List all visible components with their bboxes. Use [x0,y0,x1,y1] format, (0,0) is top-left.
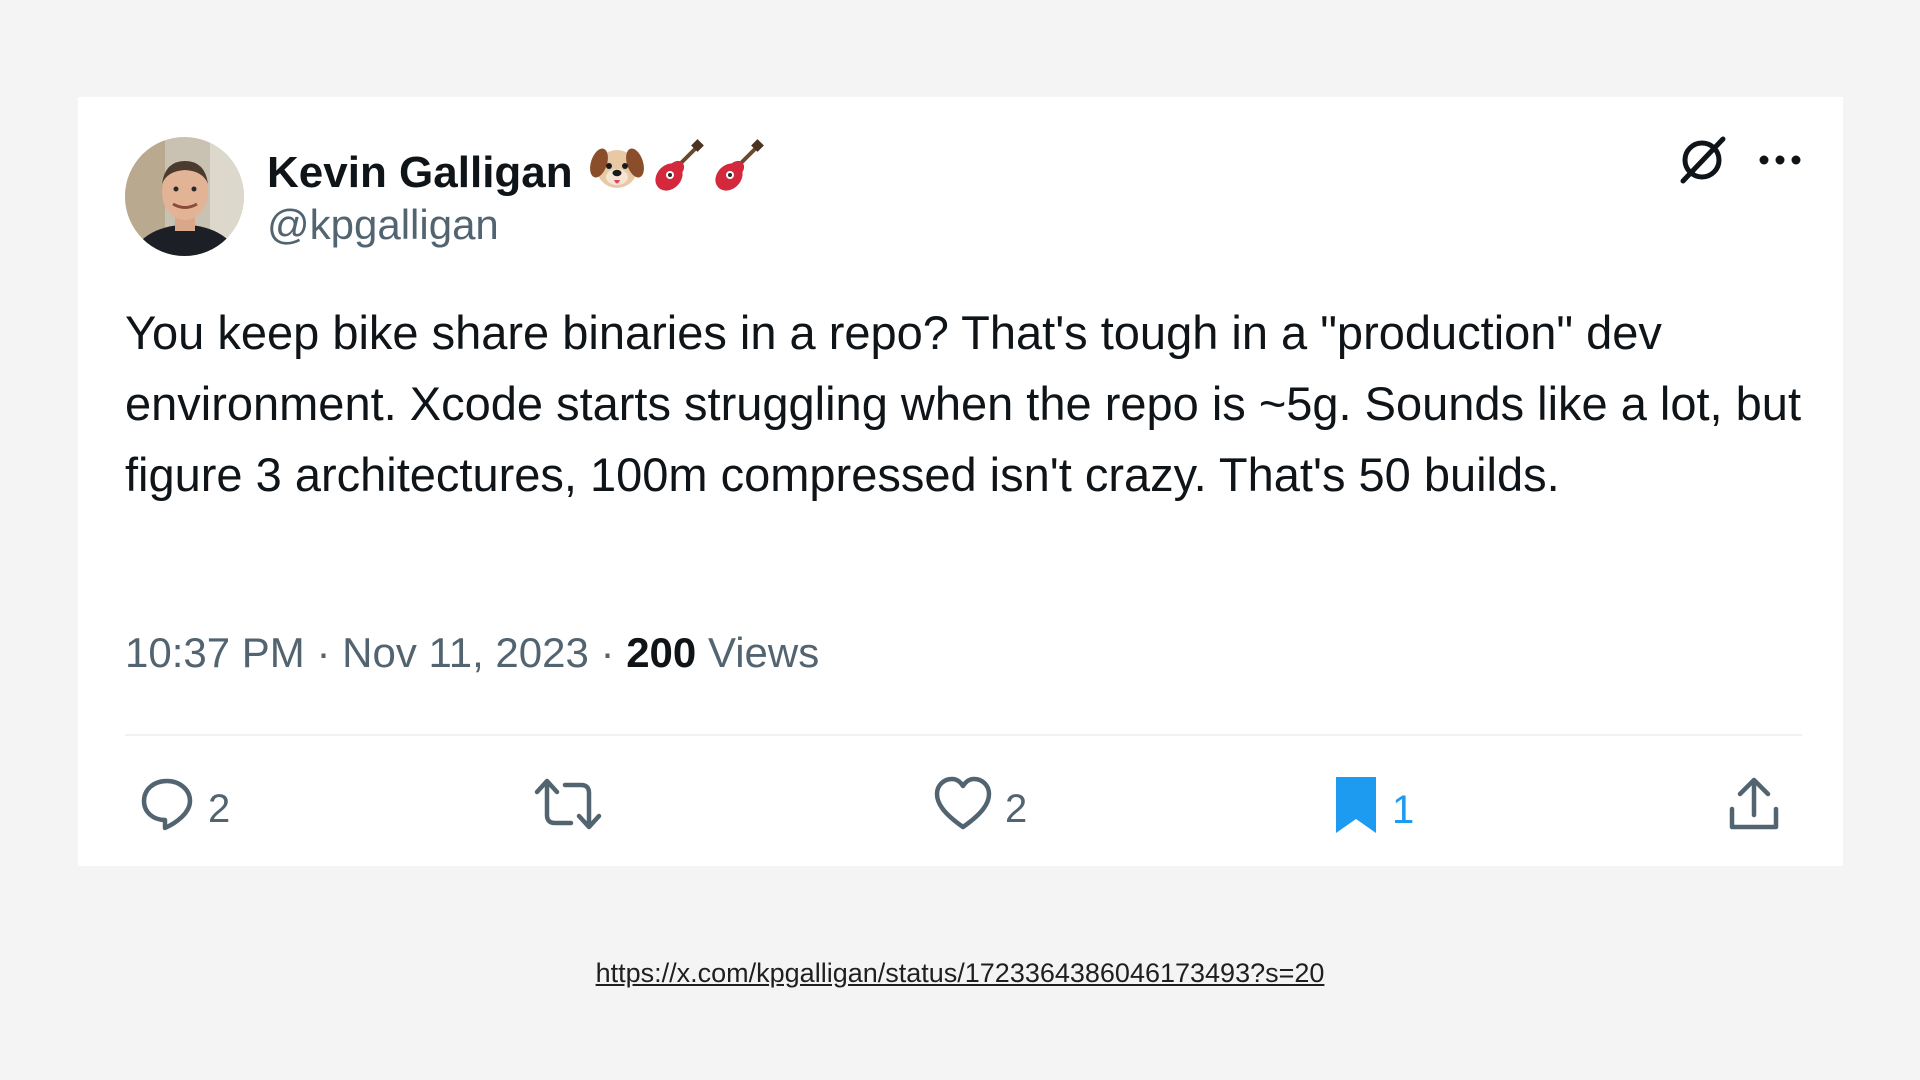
dog-face-icon [589,139,645,206]
reply-count: 2 [208,786,231,831]
retweet-icon [533,775,603,843]
reply-button[interactable]: 2 [138,775,230,843]
avatar[interactable] [125,137,244,256]
bookmark-count: 1 [1392,787,1415,832]
meta-separator: · [600,629,615,676]
slide: Kevin Galligan @kpgalligan You keep bike… [0,0,1920,1080]
guitar-icon [709,139,765,206]
divider [125,734,1802,736]
author-display-name[interactable]: Kevin Galligan [267,139,765,206]
share-icon [1726,775,1782,843]
tweet-text: You keep bike share binaries in a repo? … [125,306,1802,501]
tweet-timestamp[interactable]: 10:37 PM [125,629,305,676]
top-icons [1675,133,1803,192]
grok-icon[interactable] [1675,133,1729,192]
retweet-button[interactable] [533,775,615,843]
heart-icon [933,775,993,843]
tweet-date[interactable]: Nov 11, 2023 [342,629,589,676]
guitar-icon [649,139,705,206]
like-count: 2 [1005,786,1028,831]
bookmark-button[interactable]: 1 [1332,775,1414,845]
like-button[interactable]: 2 [933,775,1027,843]
views-label: Views [707,629,820,676]
name-emojis [589,139,765,206]
meta-separator: · [316,629,331,676]
bookmark-icon [1332,775,1380,845]
author-name-text: Kevin Galligan [267,147,573,197]
views-count: 200 [626,629,697,676]
tweet-card: Kevin Galligan @kpgalligan You keep bike… [78,97,1843,866]
reply-icon [138,775,196,843]
author-handle[interactable]: @kpgalligan [267,201,499,249]
more-options-icon[interactable] [1757,150,1803,175]
share-button[interactable] [1726,775,1794,843]
tweet-meta: 10:37 PM · Nov 11, 2023 · 200 Views [125,629,819,677]
source-link[interactable]: https://x.com/kpgalligan/status/17233643… [0,958,1920,989]
